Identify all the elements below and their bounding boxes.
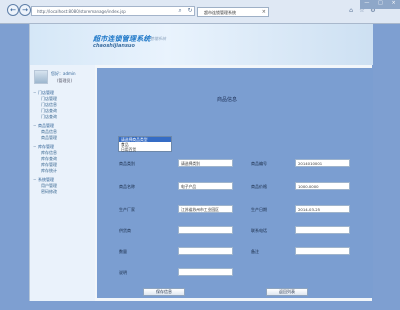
user-role: (管理员) — [57, 78, 73, 83]
sidebar-item-goods-manage[interactable]: 商品管理 — [33, 135, 93, 141]
dropdown-option[interactable]: 日用百货 — [119, 147, 171, 152]
count-field[interactable] — [178, 247, 233, 255]
browser-tab[interactable]: 超市连锁管理系统 × — [197, 7, 269, 17]
supplier-phone-label: 联系电话 — [251, 228, 267, 233]
form-title: 商品信息 — [217, 97, 238, 103]
count-label: 数量 — [119, 249, 127, 254]
address-bar[interactable]: http://localhost:8080/storemanage/index.… — [31, 6, 195, 16]
goods-name-field[interactable]: 电子产品 — [178, 182, 233, 190]
minimize-icon[interactable]: — — [364, 0, 369, 9]
menu-group-goods: 商品管理 商品信息 商品管理 — [33, 122, 93, 141]
refresh-icon[interactable]: ↻ — [186, 7, 194, 15]
forward-icon[interactable]: → — [19, 4, 31, 16]
goods-name-label: 商品名称 — [119, 184, 135, 189]
goods-code-field[interactable]: 2014010001 — [295, 159, 350, 167]
back-icon[interactable]: ← — [7, 4, 19, 16]
web-page: 超市连锁管理系统 管理系统 chaoshijiansuo 您好：admin (管… — [29, 24, 373, 301]
window-controls: — □ × — [360, 0, 400, 9]
remark-label: 备注 — [251, 249, 259, 254]
menu-title-goods[interactable]: 商品管理 — [33, 122, 93, 129]
save-button[interactable]: 保存信息 — [143, 288, 185, 296]
memo-field[interactable] — [178, 268, 233, 276]
avatar — [34, 70, 48, 84]
remark-field[interactable] — [295, 247, 350, 255]
sidebar: 您好：admin (管理员) 门店管理 门店管理 门店信息 门店查询 门店查询 … — [30, 65, 95, 301]
site-header: 超市连锁管理系统 管理系统 chaoshijiansuo — [30, 24, 373, 65]
back-button[interactable]: 返回列表 — [266, 288, 308, 296]
goods-price-label: 商品价格 — [251, 184, 267, 189]
brand-subtitle: 管理系统 — [150, 36, 166, 41]
home-icon[interactable]: ⌂ — [347, 7, 355, 15]
tab-title: 超市连锁管理系统 — [204, 10, 236, 15]
user-info: 您好：admin (管理员) — [34, 70, 90, 86]
browser-chrome: ← → http://localhost:8080/storemanage/in… — [0, 0, 400, 24]
main-content: 商品信息 请选择商品类型 食品 日用百货 商品类别 请选择类别 商品编号 201… — [97, 68, 373, 298]
sidebar-item-store-query-2[interactable]: 门店查询 — [33, 114, 93, 120]
maximize-icon[interactable]: □ — [378, 0, 383, 9]
close-icon[interactable]: × — [262, 9, 266, 15]
menu-group-system: 系统管理 用户管理 密码修改 — [33, 176, 93, 195]
goods-category-field[interactable]: 请选择类别 — [178, 159, 233, 167]
sidebar-item-password[interactable]: 密码修改 — [33, 189, 93, 195]
produce-place-field[interactable]: 江苏省苏州市工业园区 — [178, 205, 233, 213]
produce-date-label: 生产日期 — [251, 207, 267, 212]
goods-price-field[interactable]: 1000.0000 — [295, 182, 350, 190]
user-name: 您好：admin — [51, 71, 76, 76]
menu-group-store: 门店管理 门店管理 门店信息 门店查询 门店查询 — [33, 89, 93, 120]
category-dropdown[interactable]: 请选择商品类型 食品 日用百货 — [118, 136, 172, 152]
sidebar-menu: 门店管理 门店管理 门店信息 门店查询 门店查询 商品管理 商品信息 商品管理 … — [33, 89, 93, 197]
supplier-label: 供货商 — [119, 228, 131, 233]
menu-title-inventory[interactable]: 库存管理 — [33, 143, 93, 150]
menu-title-store[interactable]: 门店管理 — [33, 89, 93, 96]
search-icon[interactable]: ⌕ — [176, 7, 184, 15]
goods-category-label: 商品类别 — [119, 161, 135, 166]
supplier-phone-field[interactable] — [295, 226, 350, 234]
menu-title-system[interactable]: 系统管理 — [33, 176, 93, 183]
produce-place-label: 生产厂家 — [119, 207, 135, 212]
close-window-icon[interactable]: × — [391, 0, 395, 9]
produce-date-field[interactable]: 2014-03-25 — [295, 205, 350, 213]
supplier-field[interactable] — [178, 226, 233, 234]
sidebar-item-inventory-stats[interactable]: 库存统计 — [33, 168, 93, 174]
memo-label: 说明 — [119, 270, 127, 275]
goods-code-label: 商品编号 — [251, 161, 267, 166]
menu-group-inventory: 库存管理 库存信息 库存查询 库存管理 库存统计 — [33, 143, 93, 174]
brand-english: chaoshijiansuo — [93, 43, 135, 49]
